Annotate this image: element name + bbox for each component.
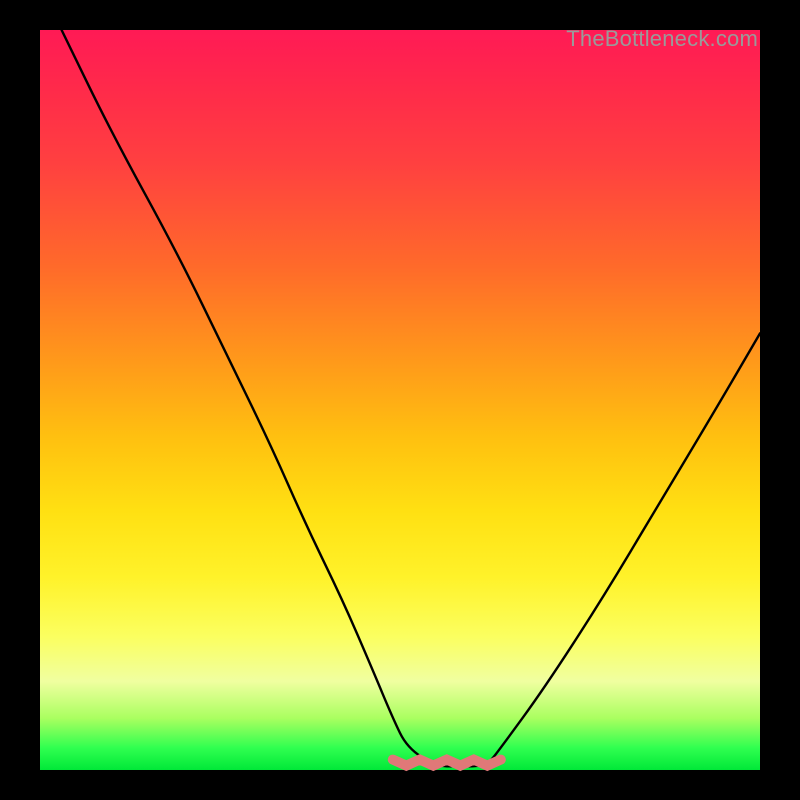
chart-frame: TheBottleneck.com <box>0 0 800 800</box>
curve-layer <box>40 30 760 770</box>
plot-area <box>40 30 760 770</box>
watermark-text: TheBottleneck.com <box>566 26 758 52</box>
bottleneck-curve <box>62 30 760 766</box>
flat-bottom-accent <box>393 760 501 766</box>
